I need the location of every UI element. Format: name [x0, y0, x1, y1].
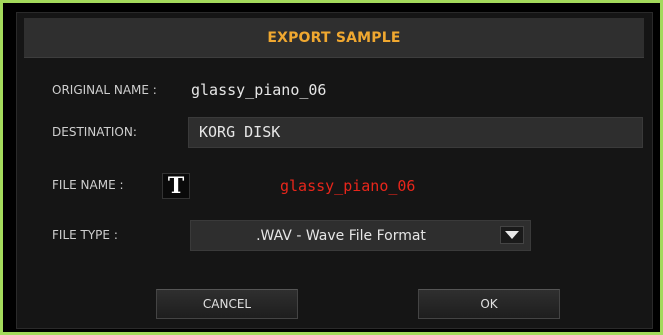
file-type-dropdown-button[interactable] — [500, 226, 524, 244]
text-edit-icon: T — [167, 173, 185, 199]
cancel-button[interactable]: CANCEL — [156, 289, 298, 319]
selection-frame: EXPORT SAMPLE ORIGINAL NAME : glassy_pia… — [0, 0, 663, 335]
file-type-label: FILE TYPE : — [52, 228, 118, 242]
destination-label: DESTINATION: — [52, 125, 137, 139]
destination-field[interactable]: KORG DISK — [188, 117, 643, 148]
file-type-selected-value: .WAV - Wave File Format — [256, 227, 426, 244]
file-name-value: glassy_piano_06 — [280, 177, 416, 195]
file-name-label: FILE NAME : — [52, 178, 124, 192]
ok-button[interactable]: OK — [418, 289, 560, 319]
dialog-title: EXPORT SAMPLE — [267, 29, 401, 46]
dialog-titlebar: EXPORT SAMPLE — [24, 18, 644, 58]
original-name-value: glassy_piano_06 — [191, 81, 327, 99]
original-name-label: ORIGINAL NAME : — [52, 83, 157, 97]
file-type-select[interactable]: .WAV - Wave File Format — [190, 220, 531, 251]
file-name-edit-button[interactable]: T — [162, 173, 190, 199]
export-sample-dialog: EXPORT SAMPLE ORIGINAL NAME : glassy_pia… — [16, 12, 653, 329]
chevron-down-icon — [505, 231, 519, 239]
destination-value: KORG DISK — [199, 123, 281, 141]
